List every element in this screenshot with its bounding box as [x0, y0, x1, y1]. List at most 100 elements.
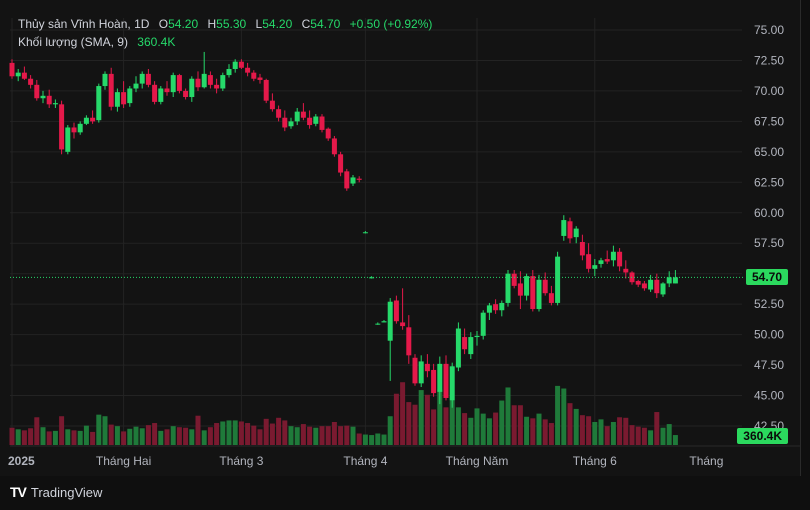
candle-body: [344, 171, 350, 189]
candle-body: [15, 72, 21, 77]
candle-body: [114, 92, 120, 107]
volume-bar: [573, 408, 579, 445]
volume-bar: [189, 429, 195, 445]
volume-indicator-label[interactable]: Khối lượng (SMA, 9): [18, 35, 128, 49]
volume-bar: [493, 412, 499, 445]
volume-bar: [617, 417, 623, 445]
volume-bar: [127, 428, 133, 445]
volume-bar: [623, 417, 629, 445]
volume-bar: [319, 426, 325, 445]
low-value: 54.20: [262, 17, 293, 31]
volume-bar: [579, 415, 585, 445]
volume-bar: [356, 433, 362, 445]
candle-body: [449, 366, 455, 401]
volume-bar: [282, 420, 288, 445]
candle-body: [313, 116, 319, 124]
candle-body: [214, 84, 220, 89]
candle-body: [164, 88, 170, 93]
candle-body: [381, 321, 387, 323]
volume-bar: [418, 390, 424, 445]
volume-bar: [561, 388, 567, 445]
volume-bar: [28, 428, 34, 445]
volume-bar: [133, 426, 139, 445]
candle-body: [617, 251, 623, 267]
candle-body: [170, 75, 176, 93]
candle-body: [524, 276, 530, 296]
volume-bar: [592, 421, 598, 445]
volume-bar: [369, 435, 375, 445]
candle-body: [431, 369, 437, 394]
volume-bar: [536, 413, 542, 445]
candle-body: [406, 327, 412, 356]
volume-bar: [555, 385, 561, 445]
volume-bar: [474, 408, 480, 445]
high-label: H: [207, 17, 217, 31]
candle-body: [300, 111, 306, 118]
open-label: O: [158, 17, 169, 31]
candle-body: [28, 78, 34, 85]
time-tick-label: Tháng: [689, 454, 723, 468]
candle-body: [424, 363, 430, 372]
candle-body: [152, 84, 158, 102]
volume-bar: [548, 423, 554, 445]
candle-body: [263, 79, 269, 101]
time-axis[interactable]: 2025 Tháng Hai Tháng 3 Tháng 4 Tháng Năm Thán…: [8, 454, 723, 468]
volume-bar: [393, 393, 399, 445]
volume-bar: [108, 424, 114, 445]
time-tick-label: Tháng 4: [343, 454, 387, 468]
volume-bar: [424, 394, 430, 445]
candle-body: [34, 84, 40, 99]
volume-bar: [59, 416, 65, 445]
candle-body: [641, 283, 647, 289]
price-axis[interactable]: 75.00 72.50 70.00 67.50 65.00 62.50 60.00 57.50…: [754, 23, 784, 433]
volume-bar: [511, 405, 517, 445]
volume-bar: [139, 428, 145, 445]
candle-body: [201, 73, 207, 88]
volume-bar: [406, 402, 412, 445]
volume-bar: [542, 419, 548, 445]
volume-bar: [214, 423, 220, 445]
candle-body: [133, 83, 139, 89]
price-candles: [9, 51, 678, 408]
volume-bar: [524, 416, 530, 445]
volume-bar: [65, 429, 71, 445]
volume-bars: [9, 382, 678, 445]
price-tick-label: 65.00: [754, 145, 784, 159]
volume-bar: [251, 425, 257, 445]
candle-body: [350, 177, 356, 184]
volume-bar: [313, 427, 319, 445]
volume-bar: [201, 430, 207, 445]
volume-bar: [46, 431, 52, 445]
candle-body: [238, 61, 244, 68]
candle-body: [598, 260, 604, 264]
volume-bar: [672, 435, 678, 445]
price-tick-label: 47.50: [754, 358, 784, 372]
candle-body: [480, 312, 486, 336]
candle-body: [319, 116, 325, 130]
volume-bar: [400, 382, 406, 445]
candle-body: [121, 92, 127, 105]
volume-bar: [654, 412, 660, 445]
volume-bar: [245, 423, 251, 445]
candle-body: [276, 109, 282, 118]
volume-bar: [238, 421, 244, 445]
volume-bar: [71, 430, 77, 445]
candle-body: [505, 273, 511, 303]
close-label: C: [301, 17, 311, 31]
symbol-title[interactable]: Thủy sản Vĩnh Hoàn, 1D: [18, 17, 149, 31]
volume-bar: [517, 405, 523, 445]
volume-bar: [338, 426, 344, 445]
candlestick-chart[interactable]: 75.00 72.50 70.00 67.50 65.00 62.50 60.00 57.50…: [0, 0, 800, 476]
legend-price-row: Thủy sản Vĩnh Hoàn, 1D O54.20 H55.30 L54…: [18, 17, 432, 35]
volume-bar: [263, 418, 269, 445]
candle-body: [567, 221, 573, 239]
candle-body: [52, 103, 58, 105]
tradingview-brand[interactable]: TV TradingView: [10, 484, 102, 500]
candle-body: [71, 127, 77, 133]
candle-body: [604, 259, 610, 262]
volume-indicator-value: 360.4K: [137, 35, 176, 49]
price-tick-label: 67.50: [754, 114, 784, 128]
volume-bar: [629, 425, 635, 445]
volume-bar: [666, 424, 672, 445]
candle-body: [400, 322, 406, 327]
